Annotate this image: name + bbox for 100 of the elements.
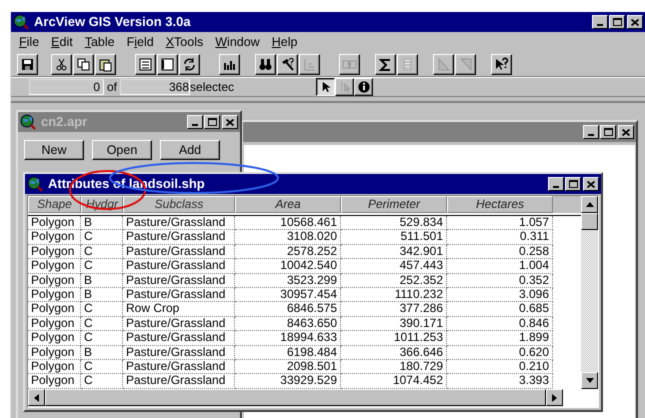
window-icon	[160, 56, 175, 72]
menu-item[interactable]: Edit	[45, 32, 79, 52]
table-cell: 1110.232	[341, 288, 447, 302]
scroll-down-button[interactable]	[581, 372, 598, 389]
tool-button[interactable]	[316, 78, 336, 96]
table-cell: Polygon	[28, 316, 81, 332]
copy-icon	[76, 56, 91, 72]
table-cell: Pasture/Grassland	[123, 316, 235, 332]
table-cell: 0.352	[447, 274, 553, 288]
scroll-right-button[interactable]	[546, 389, 563, 406]
column-header[interactable]: Area	[235, 196, 341, 213]
toolbar-button[interactable]	[277, 54, 298, 74]
toolbar-button[interactable]	[51, 54, 72, 74]
table-cell: Pasture/Grassland	[123, 331, 235, 346]
toolbar-button[interactable]	[219, 54, 240, 74]
close-button[interactable]	[627, 15, 643, 29]
close-icon	[622, 128, 630, 136]
table-cell: 0.210	[447, 360, 553, 374]
selected-count-field: 0	[29, 79, 104, 95]
maximize-icon	[208, 118, 216, 126]
table-cell: 3523.299	[235, 274, 341, 288]
menu-item[interactable]: Field	[120, 32, 160, 52]
info-icon	[356, 80, 371, 94]
column-header[interactable]: Hectares	[447, 196, 553, 213]
descending-sort-icon	[458, 56, 473, 72]
of-label: of	[107, 79, 118, 96]
binoculars-icon	[258, 56, 273, 72]
toolbar-button[interactable]	[135, 54, 156, 74]
table-cell: Row Crop	[123, 302, 235, 317]
toolbar-button[interactable]	[17, 54, 38, 74]
menu-item[interactable]: XTools	[160, 32, 210, 52]
column-header[interactable]: Perimeter	[341, 196, 447, 213]
maximize-button[interactable]	[609, 15, 625, 29]
project-button[interactable]: Open	[92, 140, 152, 160]
table-cell: Polygon	[28, 331, 81, 346]
table-cell: 10568.461	[235, 216, 341, 230]
minimize-button[interactable]	[187, 115, 203, 129]
column-header[interactable]: Subclass	[123, 196, 235, 213]
table-cell: C	[81, 360, 123, 374]
close-button[interactable]	[583, 177, 599, 191]
scroll-thumb[interactable]	[581, 213, 598, 230]
toolbar-button[interactable]	[157, 54, 178, 74]
selected-label: selectec	[190, 79, 234, 96]
toolbar-button[interactable]	[95, 54, 116, 74]
window-title: cn2.apr	[41, 113, 88, 132]
toolbar-button[interactable]	[491, 54, 512, 74]
close-icon	[587, 180, 595, 188]
table-cell: C	[81, 244, 123, 260]
menu-item[interactable]: Window	[209, 32, 266, 52]
column-header[interactable]: Shape	[28, 196, 81, 213]
maximize-button[interactable]	[600, 125, 616, 139]
minimize-button[interactable]	[548, 177, 564, 191]
table-cell: Pasture/Grassland	[123, 274, 235, 288]
project-button[interactable]: New	[24, 140, 84, 160]
minimize-icon	[553, 186, 559, 188]
table-cell: C	[81, 230, 123, 245]
table-cell: 10042.540	[235, 259, 341, 274]
table-cell: Polygon	[28, 230, 81, 245]
menu-item[interactable]: Help	[266, 32, 304, 52]
close-button[interactable]	[222, 115, 238, 129]
axis-icon	[302, 56, 317, 72]
toolbar-button[interactable]	[179, 54, 200, 74]
scroll-left-button[interactable]	[28, 389, 45, 406]
maximize-button[interactable]	[565, 177, 581, 191]
table-cell: Polygon	[28, 244, 81, 260]
table-cell: B	[81, 274, 123, 288]
table-cell: 342.901	[341, 244, 447, 260]
list-icon	[138, 56, 153, 72]
close-icon	[226, 118, 234, 126]
menu-item[interactable]: Table	[78, 32, 121, 52]
globe-icon	[13, 14, 29, 30]
table-cell: Pasture/Grassland	[123, 360, 235, 374]
toolbar-button[interactable]	[73, 54, 94, 74]
table-cell: 1011.253	[341, 331, 447, 346]
scroll-up-button[interactable]	[581, 196, 598, 213]
table-cell: Pasture/Grassland	[123, 259, 235, 274]
close-button[interactable]	[618, 125, 634, 139]
toolbar-button[interactable]	[255, 54, 276, 74]
menu-item[interactable]: File	[13, 32, 46, 52]
maximize-icon	[568, 180, 578, 188]
maximize-button[interactable]	[204, 115, 220, 129]
table-cell: 6846.575	[235, 302, 341, 317]
table-cell: C	[81, 302, 123, 317]
table-cell: C	[81, 259, 123, 274]
table-cell: 30957.454	[235, 288, 341, 302]
table-cell: 390.171	[341, 316, 447, 332]
table-cell: C	[81, 331, 123, 346]
table-cell: Pasture/Grassland	[123, 346, 235, 360]
minimize-button[interactable]	[583, 125, 599, 139]
window-title: ArcView GIS Version 3.0a	[34, 13, 191, 32]
project-button[interactable]: Add	[160, 140, 220, 160]
table-cell: Polygon	[28, 302, 81, 317]
globe-icon	[20, 114, 36, 130]
vertical-scrollbar[interactable]	[581, 196, 598, 389]
paste-icon	[98, 56, 113, 72]
toolbar-button[interactable]	[375, 54, 396, 74]
table-cell: Polygon	[28, 216, 81, 230]
help-pointer-icon	[494, 56, 509, 72]
minimize-button[interactable]	[592, 15, 608, 29]
table-cell: 2578.252	[235, 244, 341, 260]
